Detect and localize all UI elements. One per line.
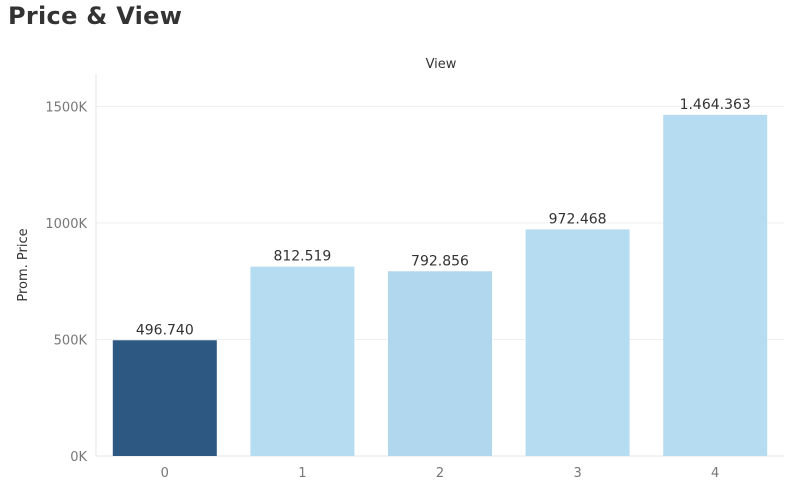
x-tick-label: 3: [573, 466, 581, 481]
y-tick-label: 0K: [70, 450, 87, 465]
bar-0[interactable]: [112, 340, 217, 456]
bar-chart: View Prom. Price 0K500K1000K1500K 01234 …: [16, 57, 784, 481]
y-axis-ticks: 0K 500K 1000K 1500K: [45, 101, 87, 466]
value-label: 812.519: [273, 249, 331, 265]
y-tick-label: 500K: [54, 334, 88, 349]
value-label: 972.468: [549, 211, 607, 227]
y-tick-label: 1000K: [45, 217, 87, 232]
x-tick-label: 1: [298, 466, 306, 481]
value-label: 792.856: [411, 253, 469, 269]
bar-2[interactable]: [388, 271, 492, 456]
bar-4[interactable]: [663, 114, 768, 457]
y-tick-label: 1500K: [45, 101, 87, 116]
bar-1[interactable]: [250, 266, 355, 456]
x-axis-ticks: 0 1 2 3 4: [161, 466, 720, 481]
x-tick-label: 4: [711, 466, 719, 481]
bar-3[interactable]: [525, 229, 630, 456]
y-axis-title: Prom. Price: [16, 228, 31, 301]
column-header: View: [426, 57, 457, 72]
value-label: 496.740: [136, 322, 194, 338]
x-tick-label: 0: [161, 466, 169, 481]
bars: [112, 114, 768, 457]
value-label: 1.464.363: [680, 97, 751, 113]
x-tick-label: 2: [436, 466, 444, 481]
